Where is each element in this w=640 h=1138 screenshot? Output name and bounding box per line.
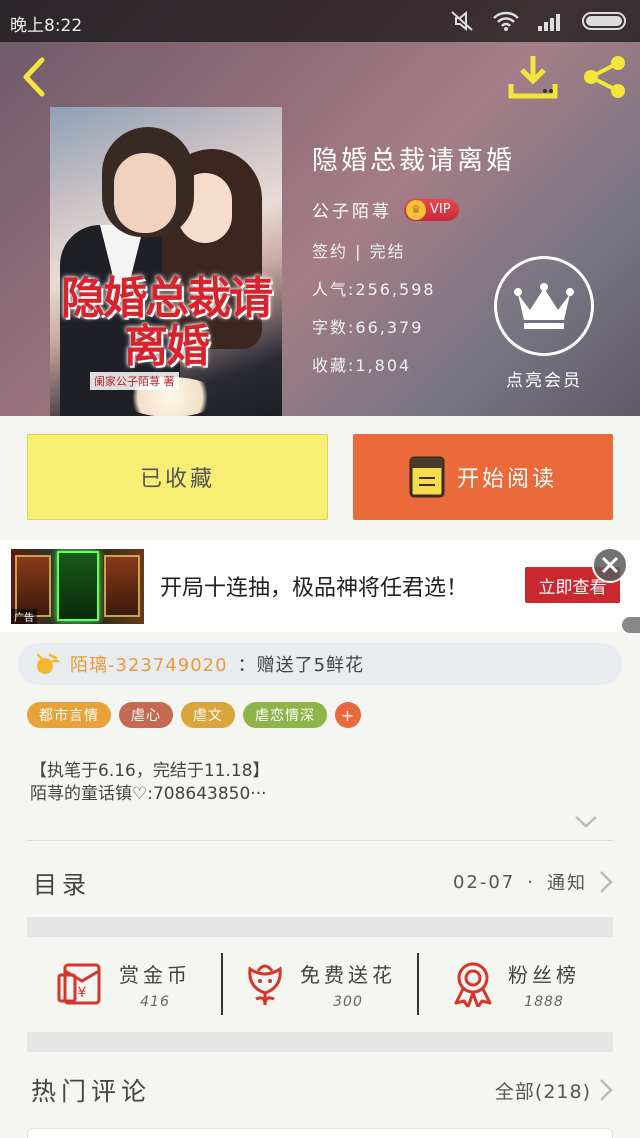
download-icon[interactable] [508, 54, 558, 100]
share-icon[interactable] [582, 54, 628, 100]
flower-icon [248, 964, 282, 1006]
ad-info-icon[interactable] [622, 617, 640, 633]
book-author[interactable]: 公子陌荨 [312, 197, 392, 222]
collect-button[interactable]: 已收藏 [27, 434, 328, 520]
description-line: 【执笔于6.16，完结于11.18】 [30, 761, 270, 781]
tag-item[interactable]: 虐恋情深 [243, 702, 327, 728]
signal-icon [538, 14, 560, 31]
close-icon[interactable] [592, 547, 628, 583]
stat-name: 粉丝榜 [508, 962, 580, 987]
stat-value: 1888 [524, 993, 564, 1010]
book-title: 隐婚总裁请离婚 [312, 146, 516, 176]
tag-item[interactable]: 都市言情 [27, 702, 111, 728]
toc-row[interactable]: 目录 02-07 · 通知 [27, 860, 613, 904]
toc-label: 目录 [33, 870, 91, 899]
status-bar: 晚上8:22 [0, 0, 640, 42]
ad-label: 广告 [11, 609, 37, 624]
toc-notice: 通知 [547, 873, 587, 894]
start-reading-button[interactable]: 开始阅读 [353, 434, 613, 520]
chevron-down-icon[interactable] [574, 814, 598, 830]
member-button[interactable]: 点亮会员 [494, 256, 594, 391]
medal-icon [454, 962, 492, 1007]
megaphone-icon [36, 653, 60, 674]
stat-name: 免费送花 [300, 962, 396, 987]
battery-icon [582, 12, 626, 30]
tag-list: 都市言情 虐心 虐文 虐恋情深 + [27, 702, 361, 728]
vip-badge: ♛ VIP [404, 198, 459, 221]
toc-separator: · [527, 871, 535, 893]
stat-value: 416 [140, 993, 170, 1010]
add-tag-button[interactable]: + [335, 702, 361, 728]
hot-comments-label: 热门评论 [31, 1077, 152, 1106]
hot-comments-header[interactable]: 热门评论 全部(218) [27, 1068, 613, 1112]
ad-banner[interactable]: 广告 开局十连抽，极品神将任君选！ 立即查看 [0, 540, 640, 632]
status-time: 晚上8:22 [10, 16, 83, 36]
book-word-count: 字数:66,379 [312, 318, 424, 337]
book-status: 签约 | 完结 [312, 242, 406, 261]
gift-message: ：赠送了5鲜花 [237, 655, 365, 676]
all-comments-link[interactable]: 全部(218) [495, 1077, 591, 1104]
cover-title: 隐婚总裁请离婚 [61, 273, 273, 372]
chevron-right-icon [600, 871, 613, 893]
stat-value: 300 [333, 993, 363, 1010]
send-flower-button[interactable]: 免费送花 300 [223, 959, 417, 1010]
reward-coins-button[interactable]: ¥ 赏金币 416 [27, 959, 221, 1010]
ad-text[interactable]: 开局十连抽，极品神将任君选！ [160, 570, 468, 602]
svg-text:¥: ¥ [78, 985, 87, 1001]
book-info: 隐婚总裁请离婚 公子陌荨 ♛ VIP 签约 | 完结 人气:256,598 字数:… [312, 140, 515, 390]
fan-ranking-button[interactable]: 粉丝榜 1888 [419, 959, 613, 1010]
cover-author: 阑家公子陌荨 著 [90, 372, 179, 390]
back-icon[interactable] [18, 56, 50, 98]
section-spacer [27, 917, 613, 937]
chevron-right-icon [600, 1079, 613, 1101]
book-icon [409, 456, 445, 498]
comment-card[interactable] [27, 1128, 613, 1138]
book-cover[interactable]: 隐婚总裁请离婚 阑家公子陌荨 著 [50, 107, 282, 416]
toc-date: 02-07 [452, 871, 516, 893]
red-envelope-icon: ¥ [57, 963, 101, 1005]
stat-name: 赏金币 [119, 962, 191, 987]
description-line: 陌荨的童话镇♡:708643850··· [30, 784, 267, 804]
crown-icon: ♛ [406, 199, 426, 220]
tag-item[interactable]: 虐心 [119, 702, 173, 728]
member-label: 点亮会员 [506, 371, 582, 391]
crown-icon [514, 283, 574, 329]
gift-notice: 陌璃-323749020 ：赠送了5鲜花 [18, 643, 622, 685]
book-popularity: 人气:256,598 [312, 280, 436, 299]
gift-user[interactable]: 陌璃-323749020 [70, 651, 228, 677]
divider [27, 840, 613, 841]
book-description: 【执笔于6.16，完结于11.18】 陌荨的童话镇♡:708643850··· [30, 760, 270, 806]
mute-icon [451, 10, 473, 32]
book-favorites: 收藏:1,804 [312, 356, 412, 375]
stats-row: ¥ 赏金币 416 免费送花 300 粉丝榜 1888 [27, 938, 613, 1030]
section-spacer [27, 1032, 613, 1052]
tag-item[interactable]: 虐文 [181, 702, 235, 728]
wifi-icon [493, 11, 519, 31]
